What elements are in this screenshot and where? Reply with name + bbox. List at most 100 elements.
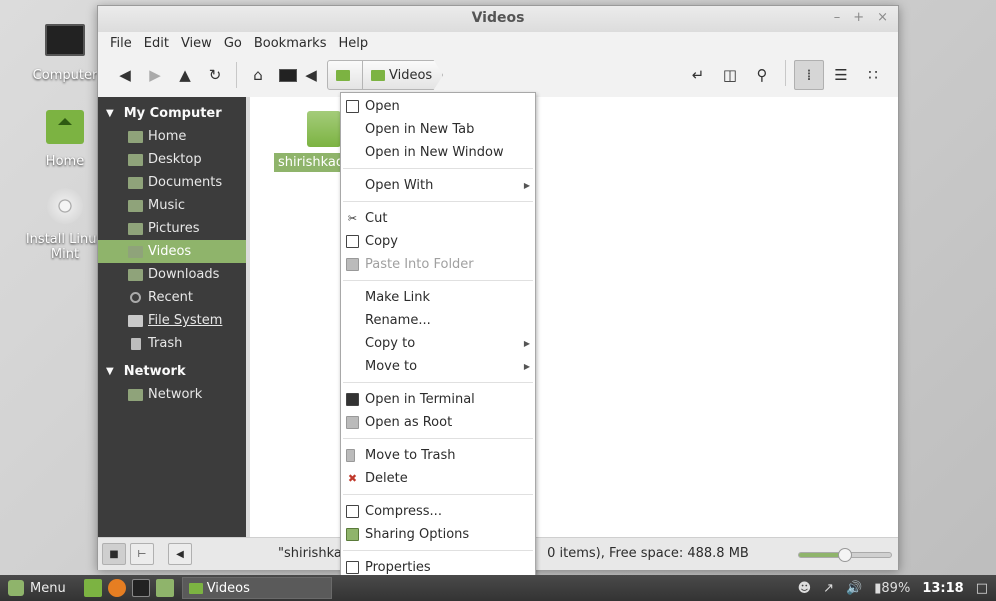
zoom-slider-knob[interactable]: [838, 548, 852, 562]
sidebar-item-home[interactable]: Home: [98, 125, 246, 148]
menu-item-copy[interactable]: Copy: [341, 230, 535, 253]
desktop-icon-computer[interactable]: Computer: [30, 24, 100, 83]
user-icon[interactable]: ☻: [798, 581, 812, 596]
menu-edit[interactable]: Edit: [138, 36, 175, 51]
notifications-icon[interactable]: □: [976, 581, 988, 596]
sidebar-item-downloads[interactable]: Downloads: [98, 263, 246, 286]
menu-item-label: Open in New Window: [365, 145, 504, 160]
home-icon[interactable]: ⌂: [243, 60, 273, 90]
menu-item-label: Rename...: [365, 313, 431, 328]
search-icon[interactable]: ⚲: [747, 60, 777, 90]
list-view-icon[interactable]: ☰: [826, 60, 856, 90]
menu-item-open-new-window[interactable]: Open in New Window: [341, 141, 535, 164]
menu-go[interactable]: Go: [218, 36, 248, 51]
sidebar-item-recent[interactable]: Recent: [98, 286, 246, 309]
menu-item-paste-into-folder[interactable]: Paste Into Folder: [341, 253, 535, 276]
sidebar-item-videos[interactable]: Videos: [98, 240, 246, 263]
desktop-icon-home[interactable]: Home: [30, 110, 100, 169]
sidebar-item-documents[interactable]: Documents: [98, 171, 246, 194]
home-folder-icon: [336, 69, 350, 81]
drive-icon: [128, 314, 143, 327]
terminal-location-icon[interactable]: ↵: [683, 60, 713, 90]
sidebar-item-label: Music: [148, 198, 185, 213]
menu-item-cut[interactable]: ✂ Cut: [341, 207, 535, 230]
files-icon[interactable]: [155, 579, 174, 597]
sidebar-section-network[interactable]: ▼ Network: [98, 359, 246, 383]
copy-icon: [346, 235, 359, 248]
breadcrumb-label: Videos: [389, 67, 433, 83]
sidebar-item-pictures[interactable]: Pictures: [98, 217, 246, 240]
status-free-space: 0 items), Free space: 488.8 MB: [547, 546, 749, 561]
sidebar-item-label: Network: [148, 387, 203, 402]
battery-status[interactable]: ▮89%: [874, 581, 910, 596]
sidebar-item-file-system[interactable]: File System: [98, 309, 246, 332]
mint-logo-icon[interactable]: [8, 580, 24, 596]
home-folder-icon: [46, 110, 84, 144]
menu-file[interactable]: File: [104, 36, 138, 51]
menu-item-open-in-terminal[interactable]: Open in Terminal: [341, 388, 535, 411]
menu-item-label: Cut: [365, 211, 388, 226]
reload-icon[interactable]: ↻: [200, 60, 230, 90]
menu-item-open-as-root[interactable]: Open as Root: [341, 411, 535, 434]
menu-item-rename[interactable]: Rename...: [341, 309, 535, 332]
menu-item-delete[interactable]: ✖ Delete: [341, 467, 535, 490]
menu-button[interactable]: Menu: [30, 581, 66, 596]
submenu-arrow-icon: ▶: [523, 362, 530, 371]
back-icon[interactable]: ◀: [110, 60, 140, 90]
folder-icon: [188, 582, 203, 594]
menu-item-label: Copy: [365, 234, 398, 249]
icon-view-icon[interactable]: ⁞: [794, 60, 824, 90]
hide-sidebar-icon[interactable]: ◀: [168, 543, 192, 565]
menu-view[interactable]: View: [175, 36, 218, 51]
forward-icon[interactable]: ▶: [140, 60, 170, 90]
breadcrumb-videos[interactable]: Videos: [363, 60, 444, 90]
menu-item-copy-to[interactable]: Copy to ▶: [341, 332, 535, 355]
menu-help[interactable]: Help: [332, 36, 374, 51]
computer-icon[interactable]: [273, 60, 303, 90]
up-icon[interactable]: ▲: [170, 60, 200, 90]
menu-item-open-with[interactable]: Open With ▶: [341, 174, 535, 197]
path-left-arrow-icon[interactable]: ◀: [303, 60, 319, 90]
sidebar-section-my-computer[interactable]: ▼ My Computer: [98, 101, 246, 125]
new-folder-icon[interactable]: ◫: [715, 60, 745, 90]
sidebar-item-network[interactable]: Network: [98, 383, 246, 406]
menu-item-open-new-tab[interactable]: Open in New Tab: [341, 118, 535, 141]
places-sidebar-toggle-icon[interactable]: ■: [102, 543, 126, 565]
close-button[interactable]: ×: [877, 10, 888, 25]
trash-icon: [131, 337, 141, 350]
tree-sidebar-toggle-icon[interactable]: ⊢: [130, 543, 154, 565]
menu-item-move-to[interactable]: Move to ▶: [341, 355, 535, 378]
paste-icon: [346, 258, 359, 271]
system-tray: ☻ ↗ 🔊 ▮89% 13:18 □: [798, 581, 988, 596]
desktop-icon-label: Home: [45, 154, 85, 169]
volume-icon[interactable]: 🔊: [846, 581, 862, 596]
menu-item-open[interactable]: Open: [341, 95, 535, 118]
firefox-icon[interactable]: [107, 579, 126, 597]
menu-item-compress[interactable]: Compress...: [341, 500, 535, 523]
menu-item-label: Open as Root: [365, 415, 453, 430]
menu-item-make-link[interactable]: Make Link: [341, 286, 535, 309]
minimize-button[interactable]: –: [834, 10, 841, 25]
compact-view-icon[interactable]: ∷: [858, 60, 888, 90]
maximize-button[interactable]: +: [853, 10, 864, 25]
sidebar: ▼ My Computer Home Desktop Documents Musi…: [98, 97, 246, 537]
network-icon[interactable]: ↗: [823, 581, 834, 596]
sidebar-item-trash[interactable]: Trash: [98, 332, 246, 355]
sidebar-item-music[interactable]: Music: [98, 194, 246, 217]
show-desktop-icon[interactable]: [83, 579, 102, 597]
clock[interactable]: 13:18: [922, 581, 963, 596]
taskbar-window-label: Videos: [206, 580, 250, 596]
zoom-slider[interactable]: [798, 548, 892, 562]
menu-item-move-to-trash[interactable]: Move to Trash: [341, 444, 535, 467]
computer-icon: [45, 24, 85, 56]
menu-item-label: Make Link: [365, 290, 430, 305]
submenu-arrow-icon: ▶: [523, 181, 530, 190]
desktop-icon-label: Computer: [32, 68, 98, 83]
sidebar-item-desktop[interactable]: Desktop: [98, 148, 246, 171]
taskbar-window-videos[interactable]: Videos: [181, 577, 332, 599]
sidebar-item-label: Recent: [148, 290, 193, 305]
menu-item-sharing-options[interactable]: Sharing Options: [341, 523, 535, 546]
menu-bookmarks[interactable]: Bookmarks: [248, 36, 333, 51]
breadcrumb-home[interactable]: [327, 60, 363, 90]
terminal-icon[interactable]: [131, 579, 150, 597]
